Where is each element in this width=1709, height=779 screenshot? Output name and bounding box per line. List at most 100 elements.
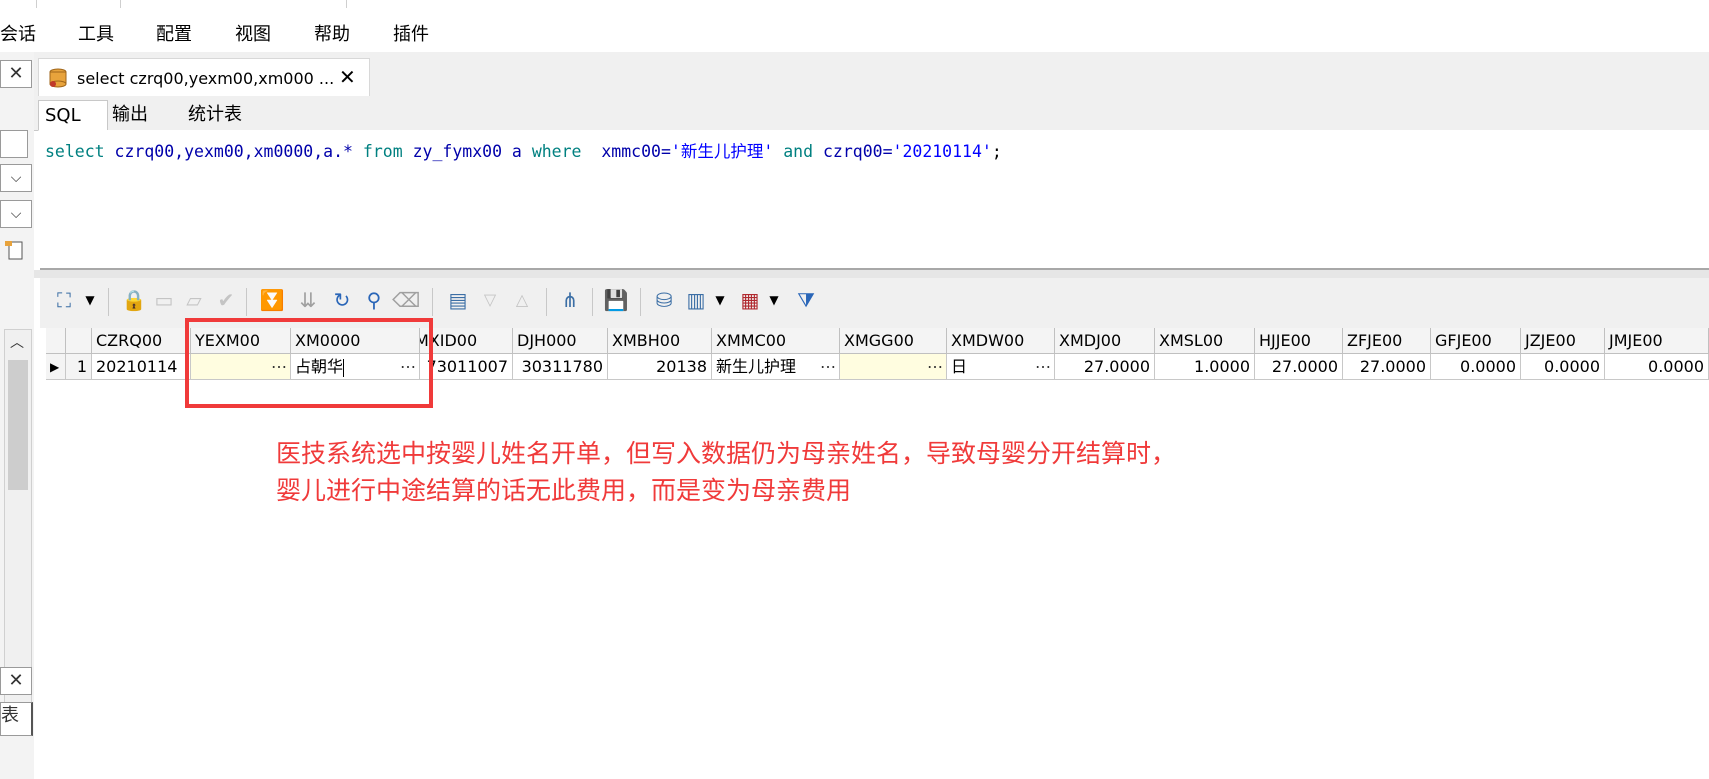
divider <box>246 288 247 316</box>
menu-help[interactable]: 帮助 <box>314 20 350 46</box>
query-tab-title: select czrq00,yexm00,xm000 ... <box>77 69 335 88</box>
column-header[interactable]: XMMC00 <box>712 328 840 354</box>
column-header[interactable]: MXID00 <box>420 328 513 354</box>
tab-partial[interactable]: 表 <box>0 702 33 736</box>
sub-tab-strip: SQL 输出 统计表 <box>34 96 1709 131</box>
sql-string: '新生儿护理' <box>670 142 774 161</box>
query-tab-strip: select czrq00,yexm00,xm000 ... ✕ <box>34 52 1709 97</box>
grid-cell[interactable]: 20138 <box>608 354 712 380</box>
column-header[interactable]: JMJE00 <box>1605 328 1709 354</box>
divider <box>346 0 347 8</box>
fetch-next-icon[interactable]: ⏬ <box>258 286 286 314</box>
query-tab[interactable]: select czrq00,yexm00,xm000 ... ✕ <box>38 58 370 97</box>
grid-cell[interactable]: 27.0000 <box>1255 354 1343 380</box>
lock-icon[interactable]: 🔒 <box>120 286 148 314</box>
triangle-up-icon[interactable]: △ <box>508 286 536 314</box>
row-indicator-icon: ▶ <box>46 354 66 380</box>
column-header[interactable]: HJJE00 <box>1255 328 1343 354</box>
ellipsis-button[interactable]: … <box>820 354 836 376</box>
chevron-down-icon[interactable]: ⌵ <box>0 164 32 192</box>
row-indicator-header <box>46 328 66 354</box>
grid-cell[interactable]: 0.0000 <box>1431 354 1521 380</box>
fetch-all-icon[interactable]: ⇊ <box>294 286 322 314</box>
tab-stats[interactable]: 统计表 <box>182 100 248 129</box>
column-header[interactable]: GFJE00 <box>1431 328 1521 354</box>
sql-line: select czrq00,yexm00,xm0000,a.* from zy_… <box>45 138 1002 162</box>
new-document-icon[interactable] <box>0 238 30 264</box>
menu-tools[interactable]: 工具 <box>78 20 114 46</box>
clear-icon[interactable]: ⌫ <box>392 286 420 314</box>
menu-view[interactable]: 视图 <box>235 20 271 46</box>
close-icon[interactable]: ✕ <box>0 667 32 695</box>
export-db-icon[interactable]: ⛁ <box>650 286 678 314</box>
single-record-icon[interactable]: ▤ <box>444 286 472 314</box>
grid-cell[interactable]: 30311780 <box>513 354 608 380</box>
grid-cell[interactable]: 73011007 <box>420 354 513 380</box>
ellipsis-button[interactable]: … <box>927 354 943 376</box>
annotation-line: 医技系统选中按婴儿姓名开单，但写入数据仍为母亲姓名，导致母婴分开结算时， <box>276 439 1177 468</box>
ellipsis-button[interactable]: … <box>1035 354 1051 376</box>
divider <box>432 288 433 316</box>
sql-columns: czrq00,yexm00,xm0000,a.* <box>114 142 353 161</box>
insert-row-icon[interactable]: ▭ <box>150 286 178 314</box>
tab-sql[interactable]: SQL <box>38 100 108 131</box>
triangle-down-icon[interactable]: ▽ <box>476 286 504 314</box>
column-header[interactable]: XMGG00 <box>840 328 947 354</box>
column-header[interactable]: XMSL00 <box>1155 328 1255 354</box>
divider <box>592 288 593 316</box>
column-header[interactable]: XMDW00 <box>947 328 1055 354</box>
scroll-thumb[interactable] <box>8 360 28 490</box>
menu-session[interactable]: 会话 <box>0 20 36 46</box>
column-header[interactable]: DJH000 <box>513 328 608 354</box>
column-header[interactable]: JZJE00 <box>1521 328 1605 354</box>
column-header[interactable]: XMDJ00 <box>1055 328 1155 354</box>
column-header[interactable]: CZRQ00 <box>92 328 191 354</box>
divider <box>36 0 37 8</box>
check-icon[interactable]: ✔ <box>212 286 240 314</box>
menu-bar: 会话 工具 配置 视图 帮助 插件 <box>0 0 1709 52</box>
save-icon[interactable]: 💾 <box>602 286 630 314</box>
find-icon[interactable]: ⚲ <box>360 286 388 314</box>
tab-output[interactable]: 输出 <box>106 100 154 129</box>
row-number-header <box>66 328 92 354</box>
grid-cell[interactable]: 日… <box>947 354 1055 380</box>
sql-condition: czrq00= <box>822 142 893 161</box>
database-icon <box>49 68 67 88</box>
chevron-down-icon[interactable]: ⌵ <box>0 200 32 228</box>
annotation-line: 婴儿进行中途结算的话无此费用，而是变为母亲费用 <box>276 476 852 505</box>
sql-table: zy_fymx00 a <box>412 142 522 161</box>
grid-cell[interactable]: 新生儿护理… <box>712 354 840 380</box>
grid-cell[interactable]: … <box>840 354 947 380</box>
sql-keyword: where <box>531 142 582 161</box>
sql-editor[interactable]: select czrq00,yexm00,xm0000,a.* from zy_… <box>40 130 1709 270</box>
splitter[interactable] <box>34 270 1709 278</box>
menu-config[interactable]: 配置 <box>156 20 192 46</box>
annotation-text: 医技系统选中按婴儿姓名开单，但写入数据仍为母亲姓名，导致母婴分开结算时， 婴儿进… <box>276 435 1176 509</box>
grid-cell[interactable]: 0.0000 <box>1605 354 1709 380</box>
row-number: 1 <box>66 354 92 380</box>
chevron-down-icon[interactable]: ▼ <box>706 286 734 314</box>
left-scrollbar[interactable]: ︿ ﹀ <box>4 329 32 711</box>
filter-icon[interactable]: ⧩ <box>792 286 820 314</box>
scroll-up-icon[interactable]: ︿ <box>10 332 24 352</box>
select-icon[interactable]: ⛶ <box>50 286 78 314</box>
square-button[interactable] <box>0 130 28 158</box>
comment-icon[interactable]: ▱ <box>180 286 208 314</box>
sql-keyword: and <box>783 142 814 161</box>
grid-cell[interactable]: 27.0000 <box>1343 354 1431 380</box>
menu-plugins[interactable]: 插件 <box>393 20 429 46</box>
column-header[interactable]: ZFJE00 <box>1343 328 1431 354</box>
grid-cell[interactable]: 1.0000 <box>1155 354 1255 380</box>
column-header[interactable]: XMBH00 <box>608 328 712 354</box>
grid-cell[interactable]: 20210114 <box>92 354 191 380</box>
grid-cell[interactable]: 27.0000 <box>1055 354 1155 380</box>
sql-keyword: from <box>362 142 403 161</box>
grid-cell[interactable]: 0.0000 <box>1521 354 1605 380</box>
tree-icon[interactable]: ⋔ <box>556 286 584 314</box>
close-icon[interactable]: ✕ <box>339 65 356 89</box>
close-icon[interactable]: ✕ <box>0 60 32 88</box>
chevron-down-icon[interactable]: ▼ <box>760 286 788 314</box>
chevron-down-icon[interactable]: ▼ <box>76 286 104 314</box>
refresh-icon[interactable]: ↻ <box>328 286 356 314</box>
divider <box>108 288 109 316</box>
